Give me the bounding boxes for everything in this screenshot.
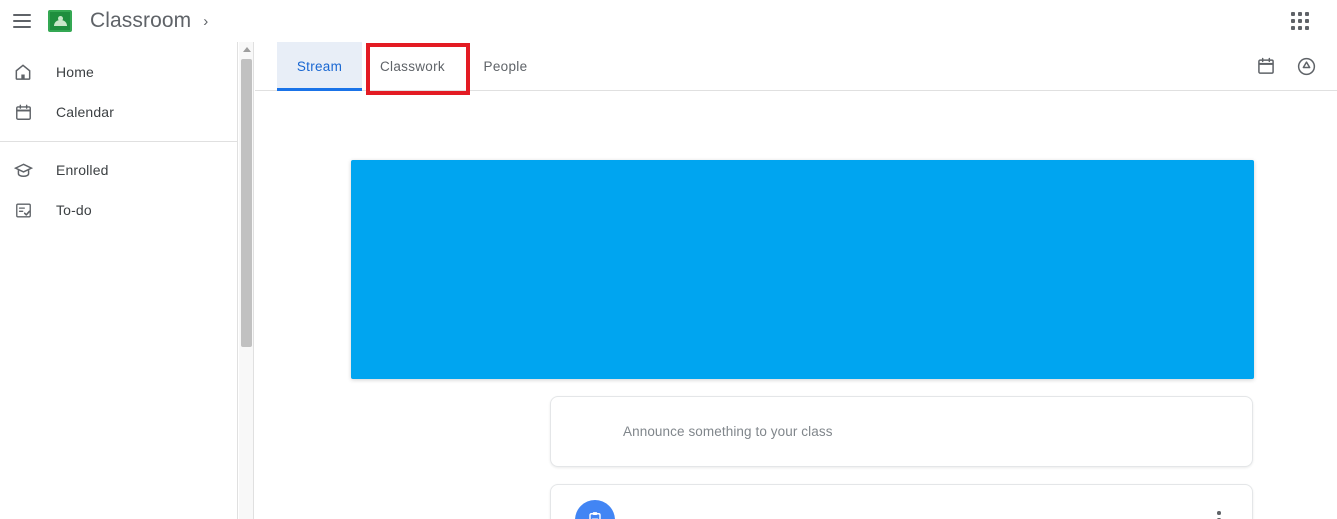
stream-post-card[interactable] [550,484,1253,519]
sidebar-item-label: Enrolled [56,162,109,178]
more-vert-icon[interactable] [1204,505,1234,519]
apps-dot [1291,12,1295,16]
app-title: Classroom [90,9,192,32]
sidebar-item-todo[interactable]: To-do [0,190,237,230]
apps-dot [1298,26,1302,30]
sidebar-item-label: Calendar [56,104,115,120]
apps-dot [1298,19,1302,23]
graduation-cap-icon [8,158,38,182]
apps-dot [1305,26,1309,30]
tab-bar-actions [1253,42,1337,90]
google-classroom-logo-icon [48,10,72,32]
hamburger-line [13,26,31,28]
tab-label: People [483,58,528,74]
hamburger-line [13,20,31,22]
sidebar-divider [0,141,237,142]
apps-dot [1291,26,1295,30]
hamburger-line [13,14,31,16]
logo-person-body [53,20,67,26]
tab-people[interactable]: People [463,42,548,90]
left-navigation-drawer: Home Calendar Enrolled To-do [0,42,238,519]
apps-grid-icon[interactable] [1283,4,1317,38]
apps-dot [1291,19,1295,23]
apps-dot [1305,12,1309,16]
todo-checklist-icon [8,198,38,222]
stream-content: Announce something to your class [255,91,1337,519]
class-header-banner[interactable] [351,160,1254,379]
hamburger-menu-icon[interactable] [2,1,42,41]
tab-stream[interactable]: Stream [277,42,362,91]
class-tab-bar: Stream Classwork People [255,42,1337,95]
sidebar-item-label: Home [56,64,94,80]
assignment-clipboard-icon[interactable] [575,499,615,519]
classroom-brand[interactable]: Classroom › [48,9,208,33]
chevron-right-icon[interactable]: › [203,13,208,30]
calendar-icon [8,100,38,124]
sidebar-item-enrolled[interactable]: Enrolled [0,150,237,190]
apps-dot [1305,19,1309,23]
top-bar-actions [1283,4,1337,38]
announcement-compose-box[interactable]: Announce something to your class [550,396,1253,467]
kebab-dot [1217,511,1221,515]
scrollbar-thumb[interactable] [241,59,252,347]
announcement-placeholder: Announce something to your class [623,424,833,439]
sidebar-item-calendar[interactable]: Calendar [0,92,237,132]
top-app-bar: Classroom › [0,0,1337,42]
sidebar-scrollbar[interactable] [239,42,254,519]
home-icon [8,60,38,84]
tab-label: Stream [296,58,343,74]
main-content-area: Stream Classwork People Announce somethi… [255,42,1337,519]
scroll-up-arrow-icon[interactable] [239,42,254,57]
sidebar-item-label: To-do [56,202,92,218]
tab-classwork[interactable]: Classwork [362,42,463,90]
google-drive-icon[interactable] [1293,53,1319,79]
apps-dot [1298,12,1302,16]
tab-label: Classwork [380,58,445,74]
calendar-icon[interactable] [1253,53,1279,79]
sidebar-item-home[interactable]: Home [0,52,237,92]
